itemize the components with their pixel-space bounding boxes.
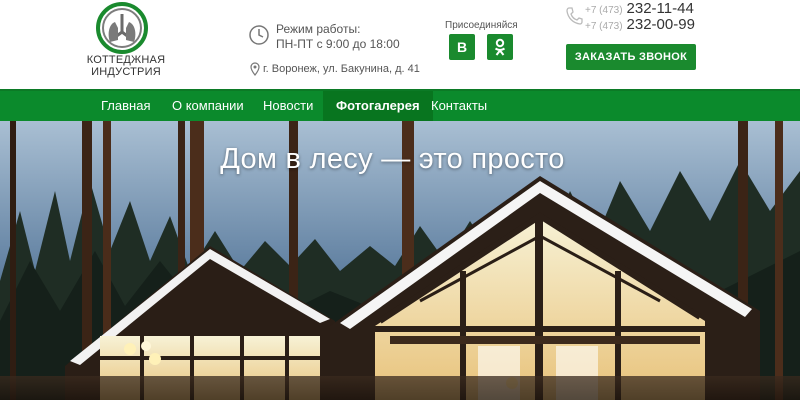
vk-button[interactable]: B [449, 34, 475, 60]
social-title: Присоединяйся [445, 20, 518, 31]
clock-icon [249, 25, 269, 45]
callback-button[interactable]: ЗАКАЗАТЬ ЗВОНОК [566, 44, 696, 70]
phone-1-code: +7 (473) [585, 5, 623, 16]
phone-2-code: +7 (473) [585, 21, 623, 32]
nav-item-news[interactable]: Новости [250, 91, 326, 121]
address-text: г. Воронеж, ул. Бакунина, д. 41 [263, 63, 420, 75]
logo-line-1: Коттеджная [86, 54, 166, 66]
site-header: Коттеджная индустрия Режим работы: ПН-ПТ… [0, 0, 800, 90]
logo-line-2: индустрия [91, 66, 161, 78]
odnoklassniki-button[interactable] [487, 34, 513, 60]
hero-title: Дом в лесу — это просто [220, 143, 565, 175]
nav-item-about[interactable]: О компании [159, 91, 257, 121]
logo-mark-icon [96, 2, 148, 54]
nav-item-home[interactable]: Главная [88, 91, 163, 121]
phone-2[interactable]: +7 (473) 232-00-99 [585, 16, 695, 34]
social-block: Присоединяйся B [445, 20, 525, 65]
phones: +7 (473) 232-11-44 +7 (473) 232-00-99 [565, 0, 715, 36]
phone-1-number: 232-11-44 [626, 0, 694, 17]
phone-icon [566, 7, 583, 25]
nav-item-gallery[interactable]: Фотогалерея [323, 91, 433, 121]
hours-value: ПН-ПТ с 9:00 до 18:00 [276, 37, 400, 51]
map-pin-icon [250, 62, 260, 76]
hours-title: Режим работы: [276, 22, 361, 36]
logo[interactable]: Коттеджная индустрия [78, 2, 174, 88]
nav-item-contacts[interactable]: Контакты [418, 91, 500, 121]
main-nav: Главная О компании Новости Фотогалерея К… [0, 89, 800, 121]
odnoklassniki-icon [494, 38, 506, 56]
phone-2-number: 232-00-99 [626, 16, 695, 33]
logo-text: Коттеджная индустрия [78, 54, 174, 78]
hero-banner: Дом в лесу — это просто [0, 121, 800, 400]
